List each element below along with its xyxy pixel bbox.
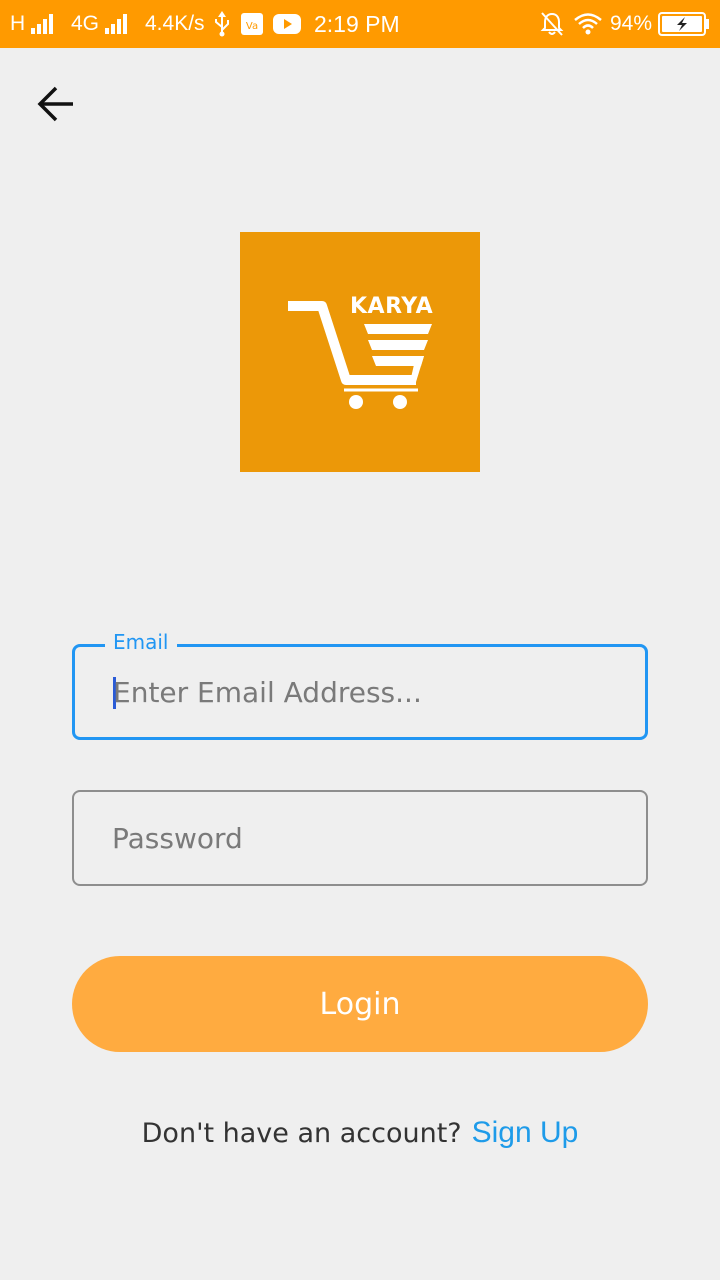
battery-charging-icon [658,0,710,48]
network-type-4g: 4G [71,12,100,35]
wifi-icon [573,0,603,48]
time-text: 2:19 PM [314,10,400,37]
status-bar: H 4G 4.4K/s Va 2:19 PM 94% [0,0,720,48]
password-field[interactable] [72,790,648,886]
email-input[interactable] [113,647,613,737]
usb-icon [213,0,231,48]
login-button-label: Login [319,986,401,1022]
back-button[interactable] [28,80,84,128]
clock: 2:19 PM [314,0,400,48]
logo-text: KARYA [350,294,434,319]
shopping-cart-icon [288,301,432,409]
youtube-icon [273,0,301,48]
speed-text: 4.4K/s [145,12,205,35]
signal-icon [31,14,54,34]
network-4g-indicator: 4G [71,0,128,48]
notifications-off-icon [540,0,564,48]
network-h-indicator: H [10,0,54,48]
password-input[interactable] [112,792,612,884]
app-logo: KARYA [240,232,480,472]
network-speed: 4.4K/s [145,0,205,48]
signup-row: Don't have an account? Sign Up [0,1108,720,1158]
battery-level: 94% [610,0,652,48]
signal-icon [105,14,128,34]
arrow-back-icon [37,86,73,122]
signup-link[interactable]: Sign Up [472,1116,579,1150]
signup-prompt: Don't have an account? [141,1117,462,1149]
svg-text:Va: Va [246,21,258,32]
email-field[interactable]: Email [72,630,648,740]
login-button[interactable]: Login [72,956,648,1052]
vpn-icon: Va [240,0,264,48]
battery-text: 94% [610,12,653,35]
network-type-h: H [10,12,26,35]
